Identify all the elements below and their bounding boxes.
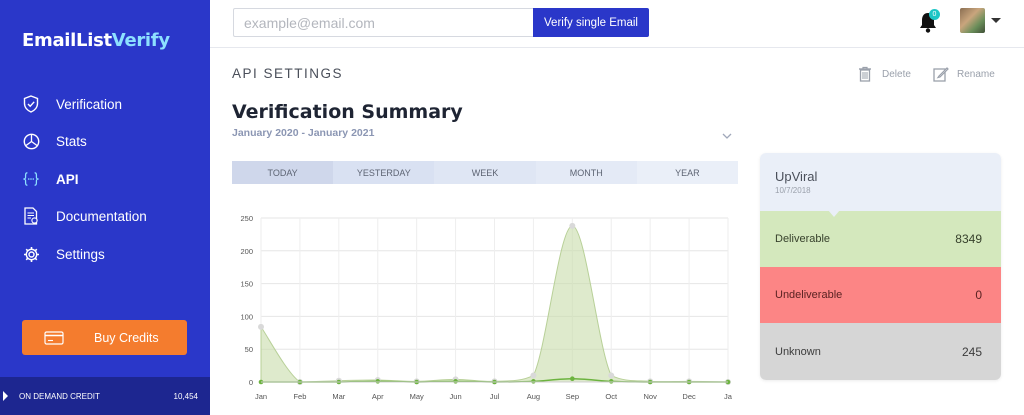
unknown-row: Unknown 245 — [760, 323, 1001, 380]
document-icon — [22, 207, 40, 225]
row-label: Unknown — [775, 345, 821, 358]
rename-label: Rename — [957, 68, 995, 80]
period-tabs: TODAY YESTERDAY WEEK MONTH YEAR — [232, 161, 739, 184]
x-tick-label: Dec — [682, 392, 696, 401]
x-tick-label: May — [410, 392, 424, 401]
row-value: 245 — [961, 344, 982, 359]
x-tick-label: Apr — [372, 392, 384, 401]
x-tick-label: Ja — [724, 392, 733, 401]
delete-label: Delete — [882, 68, 911, 80]
rename-button[interactable]: Rename — [933, 66, 995, 82]
data-point — [570, 376, 575, 382]
y-tick-label: 250 — [240, 214, 253, 223]
page-section-label: API SETTINGS — [232, 66, 344, 81]
brand-name-main: EmailList — [22, 30, 112, 51]
notification-count-badge: 0 — [929, 9, 940, 20]
code-braces-icon — [22, 170, 40, 188]
x-tick-label: Oct — [605, 392, 618, 401]
data-point — [258, 323, 264, 330]
buy-credits-label: Buy Credits — [94, 330, 159, 345]
undeliverable-row: Undeliverable 0 — [760, 267, 1001, 323]
x-tick-label: Feb — [293, 392, 306, 401]
x-tick-label: Sep — [566, 392, 579, 401]
edit-icon — [933, 66, 949, 82]
card-title: UpViral — [775, 169, 818, 184]
sidebar-item-stats[interactable]: Stats — [22, 130, 87, 152]
sidebar-item-settings[interactable]: Settings — [22, 243, 105, 265]
gear-icon — [22, 245, 40, 263]
deliverable-row: Deliverable 8349 — [760, 211, 1001, 267]
credit-bar: ON DEMAND CREDIT 10,454 — [0, 377, 210, 415]
sidebar-item-label: Verification — [56, 96, 123, 112]
sidebar-item-verification[interactable]: Verification — [22, 93, 122, 115]
data-point — [453, 379, 458, 384]
x-tick-label: Jan — [255, 392, 267, 401]
data-point — [569, 222, 576, 229]
x-tick-label: Aug — [527, 392, 540, 401]
pie-chart-icon — [22, 132, 40, 150]
data-point — [531, 379, 536, 384]
data-point — [530, 372, 537, 379]
summary-card: UpViral 10/7/2018 Deliverable 8349 Undel… — [760, 153, 1001, 380]
row-value: 8349 — [955, 232, 982, 246]
trash-icon — [858, 66, 872, 82]
credit-card-icon — [44, 330, 64, 345]
x-tick-label: Mar — [332, 392, 345, 401]
sidebar-item-label: API — [56, 171, 79, 187]
tab-week[interactable]: WEEK — [434, 161, 536, 184]
brand-name-accent: Verify — [111, 30, 170, 51]
app-root: EmailListVerify Verification Stats API D — [0, 0, 1024, 415]
buy-credits-button[interactable]: Buy Credits — [22, 320, 187, 355]
data-point — [608, 379, 614, 384]
y-tick-label: 150 — [240, 280, 253, 289]
shield-check-icon — [22, 95, 40, 113]
y-tick-label: 0 — [249, 378, 253, 387]
chevron-down-icon[interactable] — [991, 18, 1001, 23]
date-range[interactable]: January 2020 - January 2021 — [232, 127, 374, 139]
top-bar: Verify single Email 0 — [210, 0, 1024, 48]
delete-button[interactable]: Delete — [858, 66, 911, 82]
data-point — [375, 379, 381, 384]
row-value: 0 — [975, 288, 982, 302]
card-header: UpViral 10/7/2018 — [760, 153, 1001, 211]
chevron-down-icon[interactable] — [721, 128, 733, 139]
card-notch — [828, 210, 840, 217]
verify-single-email-button[interactable]: Verify single Email — [533, 8, 649, 37]
verification-chart: 0 50 100 150 200 250 Jan Feb Mar Apr May Jun Jul Aug S… — [220, 205, 740, 415]
credit-label: ON DEMAND CREDIT — [19, 392, 100, 401]
tab-year[interactable]: YEAR — [636, 161, 739, 184]
y-tick-label: 200 — [240, 247, 253, 256]
user-avatar[interactable] — [960, 8, 985, 33]
tab-yesterday[interactable]: YESTERDAY — [333, 161, 435, 184]
row-label: Deliverable — [775, 233, 831, 245]
data-point — [608, 372, 615, 379]
y-tick-label: 50 — [245, 345, 253, 354]
email-input[interactable] — [233, 8, 533, 37]
x-tick-label: Nov — [643, 392, 657, 401]
sidebar-item-label: Stats — [56, 133, 87, 149]
sidebar-item-documentation[interactable]: Documentation — [22, 205, 147, 227]
tab-month[interactable]: MONTH — [535, 161, 637, 184]
sidebar-item-label: Settings — [56, 246, 105, 262]
tab-today[interactable]: TODAY — [232, 161, 334, 184]
verification-summary-title: Verification Summary — [232, 101, 463, 123]
play-icon — [3, 391, 8, 401]
chart-svg: 0 50 100 150 200 250 Jan Feb Mar Apr May Jun Jul Aug S… — [240, 214, 733, 401]
y-tick-label: 100 — [240, 312, 253, 321]
row-label: Undeliverable — [775, 289, 843, 301]
sidebar: EmailListVerify Verification Stats API D — [0, 0, 210, 415]
credit-value: 10,454 — [173, 392, 198, 401]
sidebar-item-label: Documentation — [56, 208, 147, 224]
x-tick-label: Jul — [490, 392, 500, 401]
x-tick-label: Jun — [450, 392, 462, 401]
sidebar-item-api[interactable]: API — [22, 168, 79, 190]
card-date: 10/7/2018 — [775, 186, 811, 195]
brand-logo[interactable]: EmailListVerify — [22, 30, 170, 51]
